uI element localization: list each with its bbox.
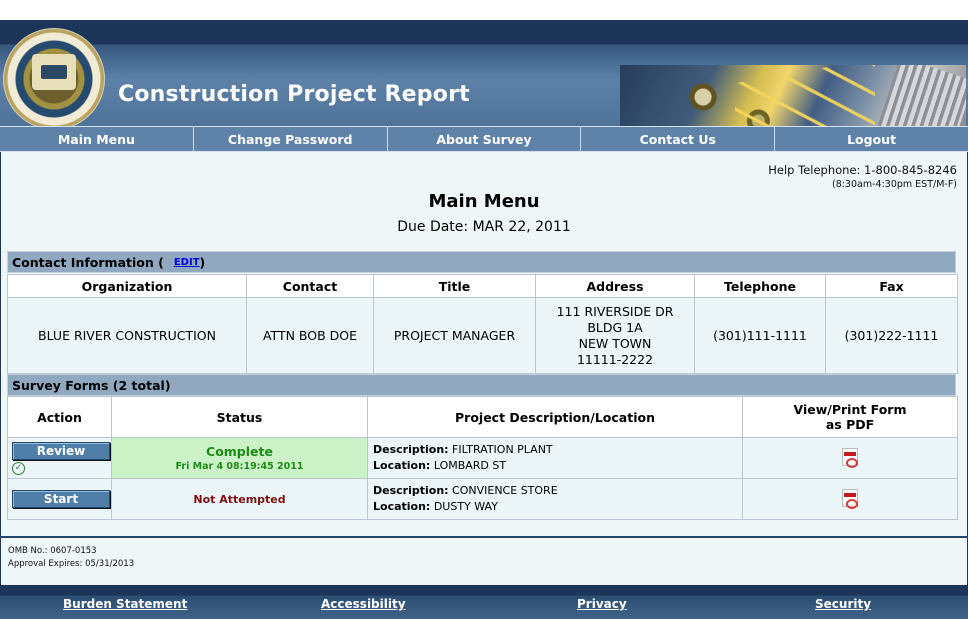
description-cell: Description: FILTRATION PLANT Location: … xyxy=(367,437,743,479)
contact-header-row: Organization Contact Title Address Telep… xyxy=(7,274,958,298)
pdf-header-line: as PDF xyxy=(825,417,875,432)
status-cell: Not Attempted xyxy=(111,478,368,520)
nav-main-menu[interactable]: Main Menu xyxy=(0,127,194,151)
book-icon xyxy=(41,65,67,79)
page-title: Construction Project Report xyxy=(118,82,470,107)
column-header: Project Description/Location xyxy=(367,396,743,438)
contact-information-bar: Contact Information (EDIT) xyxy=(7,251,956,273)
survey-forms-table: Action Status Project Description/Locati… xyxy=(7,396,958,520)
main-menu-heading: Main Menu xyxy=(428,191,540,212)
pdf-cell xyxy=(742,478,958,520)
column-header: Telephone xyxy=(694,274,826,298)
omb-info: OMB No.: 0607-0153 Approval Expires: 05/… xyxy=(8,545,134,571)
description-value: CONVIENCE STORE xyxy=(452,484,558,497)
accessibility-link[interactable]: Accessibility xyxy=(321,597,406,611)
pdf-icon[interactable] xyxy=(842,447,858,468)
title-value: PROJECT MANAGER xyxy=(373,297,536,374)
location-label: Location: xyxy=(373,500,431,513)
footer-divider xyxy=(0,536,968,538)
nav-about-survey[interactable]: About Survey xyxy=(388,127,582,151)
column-header: Title xyxy=(373,274,536,298)
column-header: Status xyxy=(111,396,368,438)
start-button[interactable]: Start xyxy=(12,490,110,508)
survey-forms-title: Survey Forms (2 total) xyxy=(12,377,171,393)
address-line: BLDG 1A xyxy=(587,319,643,335)
description-label: Description: xyxy=(373,484,449,497)
burden-statement-link[interactable]: Burden Statement xyxy=(63,597,187,611)
approval-expires: Approval Expires: 05/31/2013 xyxy=(8,559,135,569)
check-circle-icon: ✓ xyxy=(12,461,25,475)
table-row: Start Not Attempted Description: CONVIEN… xyxy=(7,478,958,520)
help-telephone: Help Telephone: 1-800-845-8246 xyxy=(768,163,957,177)
status-cell: Complete Fri Mar 4 08:19:45 2011 xyxy=(111,437,368,479)
description-cell: Description: CONVIENCE STORE Location: D… xyxy=(367,478,743,520)
pdf-icon[interactable] xyxy=(842,488,858,509)
survey-header-row: Action Status Project Description/Locati… xyxy=(7,396,958,438)
column-header: Fax xyxy=(825,274,958,298)
column-header: Organization xyxy=(7,274,247,298)
telephone-value: (301)111-1111 xyxy=(694,297,826,374)
help-hours: (8:30am-4:30pm EST/M-F) xyxy=(831,179,957,190)
contact-table: Organization Contact Title Address Telep… xyxy=(7,274,958,374)
table-row: Review ✓ Complete Fri Mar 4 08:19:45 201… xyxy=(7,437,958,479)
nav-logout[interactable]: Logout xyxy=(775,127,968,151)
action-cell: Review ✓ xyxy=(7,437,112,479)
contact-row: BLUE RIVER CONSTRUCTION ATTN BOB DOE PRO… xyxy=(7,297,958,374)
omb-number: OMB No.: 0607-0153 xyxy=(8,546,97,556)
description-label: Description: xyxy=(373,443,449,456)
location-value: DUSTY WAY xyxy=(433,500,498,513)
page-header: Construction Project Report xyxy=(0,20,968,145)
location-value: LOMBARD ST xyxy=(433,459,507,472)
main-navigation: Main Menu Change Password About Survey C… xyxy=(0,126,968,152)
action-cell: Start xyxy=(7,478,112,520)
help-telephone-block: Help Telephone: 1-800-845-8246 (8:30am-4… xyxy=(768,163,957,190)
due-date: Due Date: MAR 22, 2011 xyxy=(397,219,571,235)
status-timestamp: Fri Mar 4 08:19:45 2011 xyxy=(175,461,304,472)
contact-information-title: Contact Information xyxy=(12,254,154,270)
address-value: 111 RIVERSIDE DR BLDG 1A NEW TOWN 11111-… xyxy=(535,297,695,374)
address-line: NEW TOWN xyxy=(578,335,652,351)
survey-forms-bar: Survey Forms (2 total) xyxy=(7,374,956,396)
security-link[interactable]: Security xyxy=(815,597,871,611)
edit-contact-link[interactable]: EDIT xyxy=(174,257,200,268)
footer-links: Burden Statement Accessibility Privacy S… xyxy=(0,597,968,617)
column-header: Action xyxy=(7,396,112,438)
address-line: 111 RIVERSIDE DR xyxy=(556,303,674,319)
location-label: Location: xyxy=(373,459,431,472)
column-header: Contact xyxy=(246,274,374,298)
nav-change-password[interactable]: Change Password xyxy=(194,127,388,151)
organization-value: BLUE RIVER CONSTRUCTION xyxy=(7,297,247,374)
address-line: 11111-2222 xyxy=(576,351,654,367)
contact-value: ATTN BOB DOE xyxy=(246,297,374,374)
review-button[interactable]: Review xyxy=(12,441,110,460)
nav-contact-us[interactable]: Contact Us xyxy=(581,127,776,151)
fax-value: (301)222-1111 xyxy=(825,297,958,374)
pdf-header-line: View/Print Form xyxy=(793,402,907,417)
top-strip xyxy=(0,0,968,20)
description-value: FILTRATION PLANT xyxy=(452,443,553,456)
census-seal-logo xyxy=(3,28,105,130)
pdf-cell xyxy=(742,437,958,479)
privacy-link[interactable]: Privacy xyxy=(577,597,627,611)
column-header: Address xyxy=(535,274,695,298)
column-header: View/Print Form as PDF xyxy=(742,396,958,438)
status-text: Complete xyxy=(206,444,273,459)
